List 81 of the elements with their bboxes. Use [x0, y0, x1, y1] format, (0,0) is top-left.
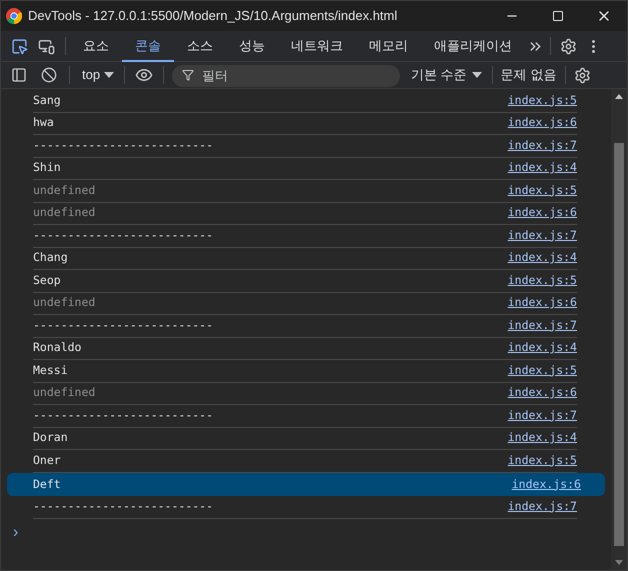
log-message: -------------------------- — [33, 226, 214, 244]
caret-icon — [104, 72, 114, 78]
log-message: Ronaldo — [33, 339, 82, 356]
log-message: -------------------------- — [33, 498, 214, 515]
panel-tab[interactable]: 메모리 — [356, 30, 421, 62]
panel-tab[interactable]: 소스 — [174, 30, 226, 62]
console-row[interactable]: -------------------------- index.js:7 — [33, 495, 577, 518]
source-link[interactable]: index.js:6 — [508, 294, 577, 312]
log-message: Doran — [33, 429, 68, 446]
console-settings-icon[interactable] — [574, 66, 592, 84]
inspect-element-icon[interactable] — [11, 38, 28, 54]
console-row[interactable]: -------------------------- index.js:7 — [33, 404, 577, 428]
source-link[interactable]: index.js:4 — [508, 429, 577, 446]
console-row[interactable]: undefined index.js:6 — [33, 202, 577, 225]
log-message: Deft — [33, 476, 61, 493]
browser-logo-icon — [6, 8, 22, 24]
source-link[interactable]: index.js:6 — [508, 114, 577, 132]
console-row[interactable]: -------------------------- index.js:7 — [33, 134, 577, 158]
log-message: -------------------------- — [33, 136, 214, 154]
live-expression-icon[interactable] — [135, 66, 154, 84]
log-message: Chang — [33, 249, 68, 266]
console-row[interactable]: -------------------------- index.js:7 — [33, 314, 577, 338]
maximize-icon[interactable] — [552, 10, 564, 22]
sidebar-toggle-icon[interactable] — [11, 67, 27, 83]
console-row[interactable]: Sang index.js:5 — [33, 89, 577, 112]
filter-field[interactable]: 필터 — [172, 64, 400, 86]
console-row[interactable]: Messi index.js:5 — [33, 359, 577, 382]
source-link[interactable]: index.js:7 — [508, 498, 577, 515]
console-row[interactable]: Ronaldo index.js:4 — [33, 336, 577, 360]
context-dropdown[interactable]: top — [82, 65, 114, 85]
source-link[interactable]: index.js:7 — [508, 226, 577, 244]
source-link[interactable]: index.js:5 — [508, 362, 577, 379]
panel-tab[interactable]: 네트워크 — [278, 30, 356, 62]
window-title: DevTools - 127.0.0.1:5500/Modern_JS/10.Arguments/index.html — [28, 7, 398, 26]
log-message: Messi — [33, 362, 68, 379]
console-row[interactable]: Chang index.js:4 — [33, 246, 577, 270]
issues-button[interactable]: 문제 없음 — [500, 65, 556, 85]
caret-icon — [472, 72, 482, 78]
clear-console-icon[interactable] — [41, 67, 57, 83]
source-link[interactable]: index.js:4 — [508, 339, 577, 356]
source-link[interactable]: index.js:5 — [508, 272, 577, 289]
settings-icon[interactable] — [560, 38, 577, 54]
panel-tab[interactable]: 애플리케이션 — [421, 30, 525, 62]
console-row[interactable]: Doran index.js:4 — [33, 426, 577, 450]
log-message: undefined — [33, 182, 96, 199]
source-link[interactable]: index.js:5 — [508, 452, 577, 469]
console-row[interactable]: undefined index.js:5 — [33, 179, 577, 202]
console-row[interactable]: -------------------------- index.js:7 — [33, 224, 577, 248]
log-message: -------------------------- — [33, 316, 214, 334]
source-link[interactable]: index.js:6 — [508, 384, 577, 402]
log-message: Oner — [33, 452, 61, 469]
device-toolbar-icon[interactable] — [38, 38, 55, 54]
console-row[interactable]: undefined index.js:6 — [33, 292, 577, 315]
source-link[interactable]: index.js:7 — [508, 136, 577, 154]
console-row[interactable]: Deft index.js:6 — [7, 472, 605, 496]
log-message: undefined — [33, 384, 96, 402]
console-row[interactable]: hwa index.js:6 — [33, 112, 577, 135]
log-message: Shin — [33, 159, 61, 176]
source-link[interactable]: index.js:4 — [508, 249, 577, 266]
source-link[interactable]: index.js:5 — [508, 182, 577, 199]
scrollbar[interactable] — [611, 89, 627, 570]
source-link[interactable]: index.js:5 — [508, 92, 577, 109]
log-message: Seop — [33, 272, 61, 289]
console-row[interactable]: undefined index.js:6 — [33, 382, 577, 405]
log-message: undefined — [33, 294, 96, 312]
panel-tab[interactable]: 요소 — [70, 30, 122, 62]
filter-icon — [182, 69, 194, 81]
levels-dropdown[interactable]: 기본 수준 — [411, 65, 482, 85]
log-message: Sang — [33, 92, 61, 109]
console-row[interactable]: Shin index.js:4 — [33, 156, 577, 180]
console-row[interactable]: Seop index.js:5 — [33, 269, 577, 292]
log-message: hwa — [33, 114, 54, 132]
source-link[interactable]: index.js:6 — [508, 204, 577, 222]
source-link[interactable]: index.js:6 — [512, 476, 581, 493]
log-message: -------------------------- — [33, 406, 214, 424]
log-message: undefined — [33, 204, 96, 222]
source-link[interactable]: index.js:4 — [508, 159, 577, 176]
source-link[interactable]: index.js:7 — [508, 406, 577, 424]
prompt-icon: › — [13, 524, 605, 540]
panel-tab[interactable]: 성능 — [226, 30, 278, 62]
source-link[interactable]: index.js:7 — [508, 316, 577, 334]
